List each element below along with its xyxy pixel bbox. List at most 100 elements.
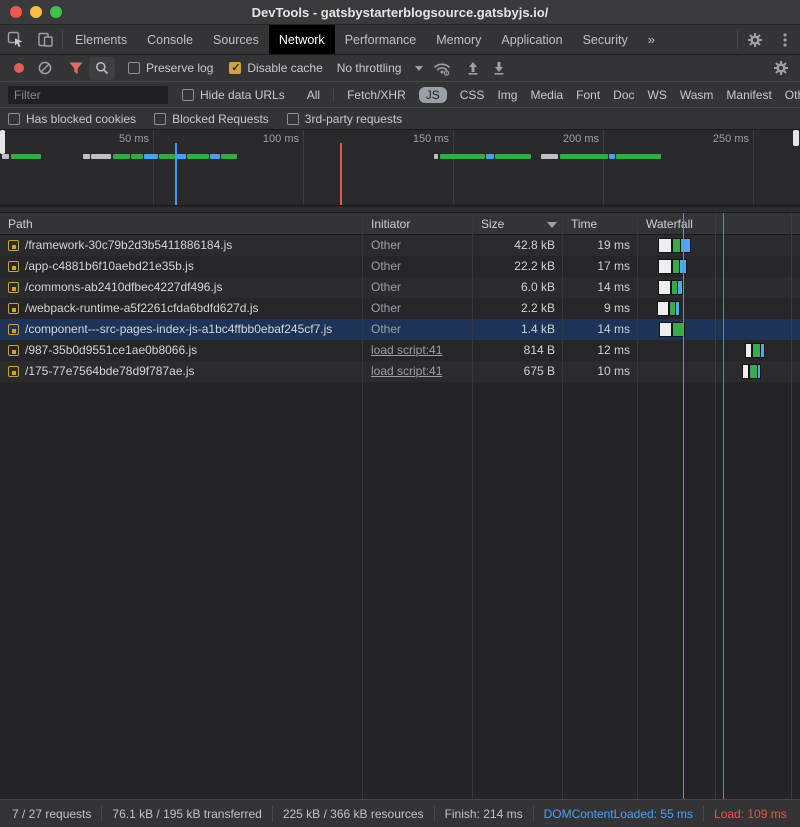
- main-menu-button[interactable]: [770, 25, 800, 54]
- network-toolbar: Preserve log Disable cache No throttling: [0, 55, 800, 82]
- filter-type-all[interactable]: All: [307, 87, 320, 103]
- waterfall-waiting-bar: [673, 260, 680, 273]
- tab-network[interactable]: Network: [269, 25, 335, 54]
- overview-activity-bar: [440, 154, 485, 159]
- preserve-log-checkbox[interactable]: Preserve log: [128, 61, 213, 75]
- column-header-initiator[interactable]: Initiator: [371, 213, 410, 235]
- tabbar-right-controls: [735, 25, 800, 54]
- column-header-size[interactable]: Size: [481, 213, 504, 235]
- gear-icon: [747, 32, 763, 48]
- settings-button[interactable]: [740, 25, 770, 54]
- overview-gridline: [153, 130, 154, 205]
- initiator-link[interactable]: load script:41: [371, 340, 473, 361]
- filter-type-doc[interactable]: Doc: [613, 87, 634, 103]
- hide-data-urls-label: Hide data URLs: [200, 88, 285, 102]
- throttling-select[interactable]: No throttling: [337, 61, 424, 75]
- status-item[interactable]: DOMContentLoaded: 55 ms: [533, 806, 703, 822]
- status-item: 7 / 27 requests: [2, 806, 101, 822]
- has-blocked-cookies-checkbox[interactable]: Has blocked cookies: [8, 112, 136, 126]
- 3rd-party-requests-checkbox[interactable]: 3rd-party requests: [287, 112, 402, 126]
- waterfall-download-bar: [761, 344, 764, 357]
- more-tabs-button[interactable]: »: [638, 25, 665, 54]
- filter-type-wasm[interactable]: Wasm: [680, 87, 714, 103]
- record-network-log-button[interactable]: [6, 57, 32, 80]
- request-initiator-cell: Other: [363, 235, 473, 256]
- status-bar: 7 / 27 requests76.1 kB / 195 kB transfer…: [0, 799, 800, 827]
- request-time-cell: 14 ms: [563, 319, 638, 340]
- request-path: /framework-30c79b2d3b5411886184.js: [25, 235, 232, 256]
- overview-tick-label: 50 ms: [91, 133, 149, 145]
- preserve-log-label: Preserve log: [146, 61, 213, 75]
- network-overview-timeline[interactable]: 50 ms100 ms150 ms200 ms250 ms: [0, 130, 800, 206]
- request-waterfall-cell: [638, 298, 800, 319]
- filter-type-fetch-xhr[interactable]: Fetch/XHR: [347, 87, 406, 103]
- request-initiator-cell: Other: [363, 319, 473, 340]
- table-row[interactable]: /app-c4881b6f10aebd21e35b.jsOther22.2 kB…: [0, 256, 800, 277]
- status-item[interactable]: Load: 109 ms: [703, 806, 797, 822]
- tab-performance[interactable]: Performance: [335, 25, 427, 54]
- table-row[interactable]: /commons-ab2410dfbec4227df496.jsOther6.0…: [0, 277, 800, 298]
- script-file-icon: [8, 240, 19, 251]
- request-path: /component---src-pages-index-js-a1bc4ffb…: [25, 319, 332, 340]
- inspect-cursor-icon: [7, 31, 24, 48]
- table-row[interactable]: /webpack-runtime-a5f2261cfda6bdfd627d.js…: [0, 298, 800, 319]
- filter-type-media[interactable]: Media: [530, 87, 563, 103]
- tab-memory[interactable]: Memory: [426, 25, 491, 54]
- hide-data-urls-checkbox[interactable]: Hide data URLs: [182, 88, 285, 102]
- request-initiator-cell: load script:41: [363, 340, 473, 361]
- filter-type-other[interactable]: Other: [785, 87, 800, 103]
- table-row[interactable]: /framework-30c79b2d3b5411886184.js Other4…: [0, 235, 800, 256]
- tab-elements[interactable]: Elements: [65, 25, 137, 54]
- waterfall-download-bar: [680, 260, 686, 273]
- overview-activity-bar: [495, 154, 531, 159]
- filter-input[interactable]: [8, 86, 168, 104]
- network-conditions-icon: [433, 61, 451, 76]
- clear-network-log-button[interactable]: [32, 57, 58, 80]
- overview-gridline: [453, 130, 454, 205]
- network-settings-button[interactable]: [768, 57, 794, 80]
- overview-gridline: [303, 130, 304, 205]
- inspect-element-button[interactable]: [0, 25, 30, 54]
- waterfall-stalled-bar: [659, 239, 671, 252]
- initiator-link[interactable]: load script:41: [371, 361, 473, 382]
- table-row[interactable]: /175-77e7564bde78d9f787ae.jsload script:…: [0, 361, 800, 382]
- overview-activity-bar: [144, 154, 158, 159]
- overview-activity-bar: [434, 154, 438, 159]
- table-row[interactable]: /component---src-pages-index-js-a1bc4ffb…: [0, 319, 800, 340]
- request-time-cell: 9 ms: [563, 298, 638, 319]
- toggle-device-toolbar-button[interactable]: [30, 25, 60, 54]
- table-row[interactable]: /987-35b0d9551ce1ae0b8066.jsload script:…: [0, 340, 800, 361]
- request-path-cell: /commons-ab2410dfbec4227df496.js: [0, 277, 363, 298]
- column-header-time[interactable]: Time: [571, 213, 597, 235]
- network-conditions-button[interactable]: [429, 57, 455, 80]
- overview-left-handle[interactable]: [0, 130, 5, 154]
- overview-tick-label: 250 ms: [691, 133, 749, 145]
- tab-security[interactable]: Security: [573, 25, 638, 54]
- column-header-path[interactable]: Path: [8, 213, 33, 235]
- tab-application[interactable]: Application: [491, 25, 572, 54]
- filter-type-ws[interactable]: WS: [648, 87, 667, 103]
- filter-type-img[interactable]: Img: [497, 87, 517, 103]
- search-icon: [95, 61, 109, 75]
- disable-cache-checkbox[interactable]: Disable cache: [229, 61, 322, 75]
- search-button[interactable]: [89, 57, 115, 80]
- blocked-requests-checkbox[interactable]: Blocked Requests: [154, 112, 269, 126]
- filter-type-js[interactable]: JS: [419, 87, 447, 103]
- tab-console[interactable]: Console: [137, 25, 203, 54]
- checkbox-icon: [287, 113, 299, 125]
- overview-right-handle[interactable]: [793, 130, 799, 146]
- tab-sources[interactable]: Sources: [203, 25, 269, 54]
- import-har-button[interactable]: [460, 57, 486, 80]
- titlebar: DevTools - gatsbystarterblogsource.gatsb…: [0, 0, 800, 25]
- export-har-button[interactable]: [486, 57, 512, 80]
- filter-type-font[interactable]: Font: [576, 87, 600, 103]
- request-size-cell: 42.8 kB: [473, 235, 563, 256]
- filter-toggle-button[interactable]: [63, 57, 89, 80]
- request-time-cell: 17 ms: [563, 256, 638, 277]
- request-waterfall-cell: [638, 277, 800, 298]
- waterfall-stalled-bar: [743, 365, 748, 378]
- request-filter-row: Has blocked cookies Blocked Requests 3rd-p…: [0, 108, 800, 130]
- column-header-waterfall[interactable]: Waterfall: [646, 213, 693, 235]
- filter-type-css[interactable]: CSS: [460, 87, 485, 103]
- filter-type-manifest[interactable]: Manifest: [726, 87, 771, 103]
